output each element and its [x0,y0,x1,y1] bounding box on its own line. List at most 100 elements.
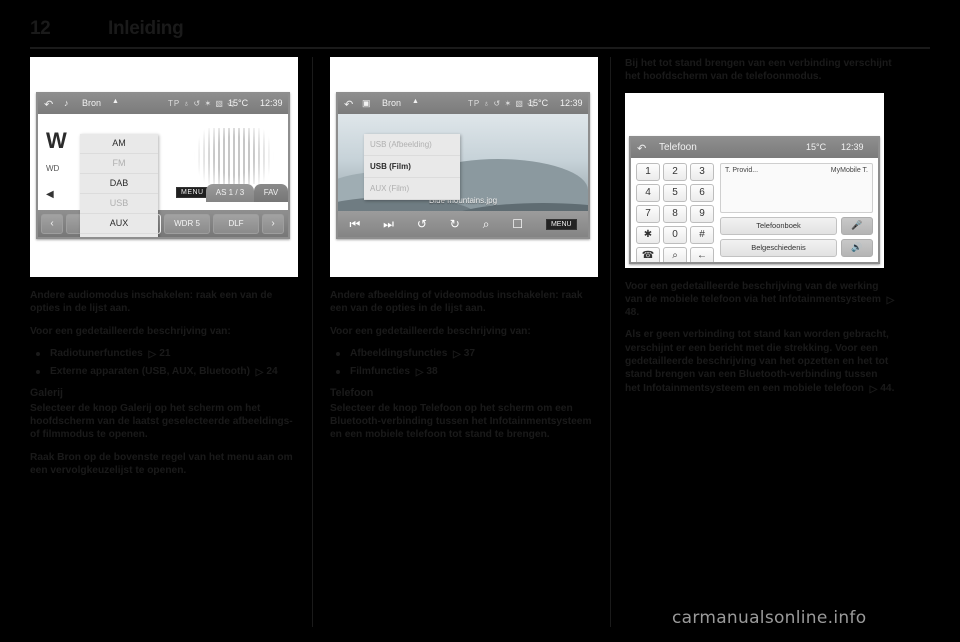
column-2-text: Andere afbeelding of videomodus inschake… [330,289,600,442]
col3-para-3: Als er geen verbinding tot stand kan wor… [625,329,895,395]
preset-scroll-left-button[interactable]: ‹ [41,213,63,234]
page-header: 12 Inleiding [30,18,930,49]
radio-status-bar: ↷ ♪ Bron ▲ TP ♁ ↺ ✶ ▧ ◁ 15°C 12:39 [38,94,288,114]
source-option-usb[interactable]: USB [80,194,158,214]
source-label[interactable]: Bron [82,98,101,108]
back-arrow-icon[interactable]: ↷ [44,98,53,111]
key-9[interactable]: 9 [690,204,714,223]
triangle-up-icon[interactable]: ▲ [112,98,119,105]
key-4[interactable]: 4 [636,183,660,202]
provider-name: T. Provid... [725,166,759,174]
col3-para-2-ref: 48 [625,307,637,319]
infotainment-screen-radio: ↷ ♪ Bron ▲ TP ♁ ↺ ✶ ▧ ◁ 15°C 12:39 W WD … [36,92,290,239]
tab-autostore[interactable]: AS 1 / 3 [206,184,254,202]
key-hash[interactable]: # [690,225,714,244]
triangle-up-icon[interactable]: ▲ [412,98,419,105]
call-button-icon[interactable]: ☎ [636,246,660,262]
back-arrow-icon[interactable]: ↷ [344,98,353,111]
tab-favourites[interactable]: FAV [254,184,288,202]
col1-bullet-list: Radiotunerfuncties ▷ 21 Externe apparate… [30,347,300,379]
cross-reference-icon: ▷ [145,348,157,360]
figure-phone-main-screen: ↷ Telefoon 15°C 12:39 1 2 3 4 5 6 7 8 9 … [625,92,884,268]
source-label[interactable]: Bron [382,98,401,108]
rotate-right-icon[interactable]: ↻ [450,217,460,231]
column-3-text-top: Bij het tot stand brengen van een verbin… [625,57,895,84]
col1-para-2: Voor een gedetailleerde beschrijving van… [30,325,231,337]
key-5[interactable]: 5 [663,183,687,202]
microphone-mute-icon[interactable]: 🎤 [841,216,873,235]
radio-station-name: W [46,128,67,153]
phone-keypad[interactable]: 1 2 3 4 5 6 7 8 9 ✱ 0 # ☎ ⌕ ← [636,162,714,262]
preset-button-4[interactable]: DLF [213,213,259,234]
source-option-usb-film[interactable]: USB (Film) [364,156,460,178]
gallery-screen-content: Blue mountains.jpg ⏮ ⏭ ↺ ↻ ⌕ ☐ MENU USB … [338,114,588,237]
col1-para-3: Selecteer de knop Galerij op het scherm … [30,402,293,441]
col1-bullet-2-text: Externe apparaten (USB, AUX, Bluetooth) [50,366,250,378]
previous-station-icon[interactable]: ◀ [46,189,54,200]
column-divider-1 [312,57,313,627]
speaker-icon[interactable]: 🔊 [841,238,873,257]
provider-info-box: T. Provid... MyMobile T. [720,162,873,213]
key-star[interactable]: ✱ [636,225,660,244]
col1-bullet-2-ref: 24 [266,366,278,378]
slideshow-icon[interactable]: ☐ [512,217,523,231]
key-7[interactable]: 7 [636,204,660,223]
music-note-icon: ♪ [64,98,69,108]
col3-para-2-text: Voor een gedetailleerde beschrijving van… [625,280,881,305]
menu-chip[interactable]: MENU [176,187,209,198]
key-8[interactable]: 8 [663,204,687,223]
page-number: 12 [30,18,51,39]
key-2[interactable]: 2 [663,162,687,181]
site-watermark: carmanualsonline.info [672,608,867,628]
image-icon: ▣ [362,98,371,108]
phone-body: 1 2 3 4 5 6 7 8 9 ✱ 0 # ☎ ⌕ ← T. Provid.… [631,157,878,262]
col3-para-1: Bij het tot stand brengen van een verbin… [625,58,892,83]
column-divider-2 [610,57,611,627]
header-rule [30,47,930,49]
col2-bullet-list: Afbeeldingsfuncties ▷ 37 Filmfuncties ▷ … [330,347,600,379]
col3-para-3-text: Als er geen verbinding tot stand kan wor… [625,329,889,394]
rotate-left-icon[interactable]: ↺ [417,217,427,231]
source-dropdown-gallery[interactable]: USB (Afbeelding) USB (Film) AUX (Film) [364,134,460,200]
infotainment-screen-phone: ↷ Telefoon 15°C 12:39 1 2 3 4 5 6 7 8 9 … [629,135,880,264]
source-option-bluetooth[interactable]: Bluetooth [80,234,158,237]
key-6[interactable]: 6 [690,183,714,202]
column-2: ↷ ▣ Bron ▲ TP ♁ ↺ ✶ ▧ ◁ 15°C 12:39 Blue … [330,57,600,622]
call-history-row: Belgeschiedenis 🔊 [720,238,873,257]
source-dropdown-radio[interactable]: AM FM DAB USB AUX Bluetooth [80,134,158,237]
temperature-readout: 15°C [528,98,549,108]
back-arrow-icon[interactable]: ↷ [637,142,646,155]
previous-icon[interactable]: ⏮ [349,217,360,232]
column-3-text-bottom: Voor een gedetailleerde beschrijving van… [625,280,895,395]
key-1[interactable]: 1 [636,162,660,181]
col2-para-1: Andere afbeelding of videomodus inschake… [330,290,583,315]
key-0[interactable]: 0 [663,225,687,244]
source-option-aux[interactable]: AUX [80,214,158,234]
zoom-icon[interactable]: ⌕ [483,217,490,232]
phonebook-button[interactable]: Telefoonboek [720,216,837,235]
key-3[interactable]: 3 [690,162,714,181]
call-history-button[interactable]: Belgeschiedenis [720,238,837,257]
preset-button-bar: ‹ R 2 WDR 3 WDR 5 DLF › [38,210,288,237]
cross-reference-icon: ▷ [252,367,264,379]
preset-scroll-right-button[interactable]: › [262,213,284,234]
source-option-aux-film[interactable]: AUX (Film) [364,178,460,200]
preset-button-3[interactable]: WDR 5 [164,213,210,234]
temperature-readout: 15°C [228,98,249,108]
source-option-dab[interactable]: DAB [80,174,158,194]
source-option-usb-image[interactable]: USB (Afbeelding) [364,134,460,156]
backspace-button-icon[interactable]: ← [690,246,714,262]
radio-station-sub: WD [46,164,60,173]
col2-para-3: Selecteer de knop Telefoon op het scherm… [330,402,592,441]
col1-para-1: Andere audiomodus inschakelen: raak een … [30,290,273,315]
source-option-am[interactable]: AM [80,134,158,154]
source-option-fm[interactable]: FM [80,154,158,174]
hangup-button-icon[interactable]: ⌕ [663,246,687,262]
signal-waveform-graphic [188,128,280,184]
next-icon[interactable]: ⏭ [383,217,394,232]
status-indicator-icons: TP ♁ ↺ ✶ ▧ ◁ [168,99,235,108]
col2-bullet-2-text: Filmfuncties [350,366,411,378]
device-name: MyMobile T. [830,166,868,174]
menu-chip[interactable]: MENU [545,218,577,230]
cross-reference-icon: ▷ [450,348,461,360]
